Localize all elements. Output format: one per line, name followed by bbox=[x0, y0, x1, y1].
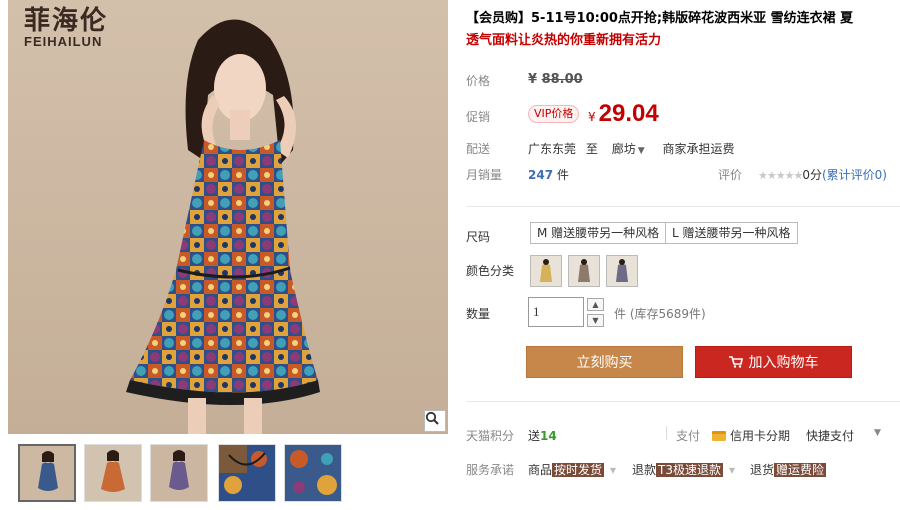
quantity-increase-icon[interactable]: ▲ bbox=[587, 298, 604, 311]
thumbnail-2[interactable] bbox=[84, 444, 142, 502]
vip-price-badge: VIP价格 bbox=[528, 105, 580, 123]
shipping-destination: 廊坊 bbox=[611, 142, 636, 156]
product-title-sub: 透气面料让炎热的你重新拥有活力 bbox=[466, 33, 662, 48]
original-price-currency: ¥ bbox=[528, 72, 538, 87]
points-prefix: 送 bbox=[528, 429, 541, 443]
service-item-return[interactable]: 退货 赠运费险 bbox=[750, 461, 827, 478]
payment-expand-icon[interactable]: ▼ bbox=[874, 428, 881, 438]
payment-label: 支付 bbox=[676, 429, 701, 443]
credit-card-icon bbox=[712, 431, 726, 441]
service-label: 服务承诺 bbox=[466, 463, 515, 477]
shipping-label: 配送 bbox=[466, 142, 491, 156]
credit-installment-label: 信用卡分期 bbox=[730, 429, 791, 443]
size-option-m[interactable]: M 赠送腰带另一种风格 bbox=[530, 222, 667, 244]
dropdown-icon: ▾ bbox=[728, 463, 736, 477]
model-photo bbox=[8, 0, 448, 434]
cart-icon bbox=[728, 348, 743, 380]
product-title: 【会员购】5-11号10:00点开抢;韩版碎花波西米亚 雪纺连衣裙 夏 透气面料… bbox=[466, 8, 896, 52]
product-title-main: 【会员购】5-11号10:00点开抢;韩版碎花波西米亚 雪纺连衣裙 夏 bbox=[466, 11, 854, 26]
rating: ★★★★★0分(累计评价0) bbox=[758, 166, 887, 183]
promo-price-currency: ¥ bbox=[588, 110, 596, 124]
shipping-info: 广东东莞 至 廊坊 ▼ 商家承担运费 bbox=[528, 140, 734, 157]
zoom-icon[interactable] bbox=[424, 410, 446, 432]
star-rating-icon: ★★★★★ bbox=[758, 169, 803, 182]
service-tag: T3极速退款 bbox=[656, 463, 723, 477]
service-item-delivery[interactable]: 商品 按时发货 ▾ bbox=[528, 461, 616, 478]
active-thumb-caret bbox=[42, 444, 54, 446]
brand-logo: 菲海伦 FEIHAILUN bbox=[24, 6, 108, 48]
promo-price: ¥29.04 bbox=[588, 100, 659, 128]
divider-1 bbox=[466, 206, 900, 207]
promo-label: 促销 bbox=[466, 110, 491, 124]
color-swatch-3[interactable] bbox=[606, 255, 638, 287]
service-tag: 赠运费险 bbox=[774, 463, 827, 477]
service-tag: 按时发货 bbox=[552, 463, 605, 477]
size-label: 尺码 bbox=[466, 230, 491, 244]
tmall-points: 送14 bbox=[528, 427, 557, 444]
rating-score: 0分 bbox=[802, 168, 822, 182]
credit-installment-option[interactable]: 信用卡分期 bbox=[712, 427, 790, 444]
color-label: 颜色分类 bbox=[466, 264, 515, 278]
rating-label: 评价 bbox=[718, 168, 743, 182]
monthly-sales-count: 247 bbox=[528, 168, 554, 182]
service-item-refund[interactable]: 退款 T3极速退款 ▾ bbox=[632, 461, 735, 478]
quick-pay-option[interactable]: 快捷支付 bbox=[806, 427, 854, 444]
original-price-value: 88.00 bbox=[541, 72, 583, 87]
service-prefix: 退款 bbox=[632, 463, 657, 477]
add-to-cart-label: 加入购物车 bbox=[748, 355, 819, 371]
promo-price-value: 29.04 bbox=[598, 100, 659, 127]
divider-2 bbox=[466, 401, 900, 402]
shipping-from: 广东东莞 bbox=[528, 142, 577, 156]
monthly-sales: 247 件 bbox=[528, 166, 569, 183]
chevron-down-icon: ▼ bbox=[637, 146, 645, 156]
color-swatch-1[interactable] bbox=[530, 255, 562, 287]
shipping-destination-select[interactable]: 廊坊 ▼ bbox=[612, 142, 645, 156]
product-info-panel: 【会员购】5-11号10:00点开抢;韩版碎花波西米亚 雪纺连衣裙 夏 透气面料… bbox=[466, 0, 900, 510]
brand-name-en: FEIHAILUN bbox=[24, 34, 103, 49]
service-prefix: 商品 bbox=[528, 463, 553, 477]
brand-name-cn: 菲海伦 bbox=[24, 6, 109, 36]
monthly-sales-label: 月销量 bbox=[466, 168, 503, 182]
service-prefix: 退货 bbox=[750, 463, 775, 477]
points-label: 天猫积分 bbox=[466, 429, 515, 443]
add-to-cart-button[interactable]: 加入购物车 bbox=[695, 346, 852, 378]
color-swatch-2[interactable] bbox=[568, 255, 600, 287]
quantity-input[interactable] bbox=[528, 297, 584, 327]
dropdown-icon: ▾ bbox=[610, 463, 617, 477]
shipping-note: 商家承担运费 bbox=[662, 142, 735, 156]
quantity-label: 数量 bbox=[466, 307, 491, 321]
vertical-separator bbox=[666, 426, 667, 440]
thumbnail-4[interactable] bbox=[218, 444, 276, 502]
buy-now-button[interactable]: 立刻购买 bbox=[526, 346, 683, 378]
product-main-image[interactable]: 菲海伦 FEIHAILUN bbox=[8, 0, 448, 434]
size-option-l[interactable]: L 赠送腰带另一种风格 bbox=[665, 222, 798, 244]
thumbnail-5[interactable] bbox=[284, 444, 342, 502]
price-label: 价格 bbox=[466, 74, 491, 88]
points-value: 14 bbox=[540, 429, 557, 443]
shipping-to-word: 至 bbox=[585, 142, 598, 156]
thumbnail-1[interactable] bbox=[18, 444, 76, 502]
original-price: ¥ 88.00 bbox=[528, 72, 583, 87]
thumbnail-3[interactable] bbox=[150, 444, 208, 502]
thumbnail-strip bbox=[8, 440, 448, 506]
monthly-sales-unit: 件 bbox=[556, 168, 569, 182]
quantity-decrease-icon[interactable]: ▼ bbox=[587, 314, 604, 327]
review-count-link[interactable]: (累计评价0) bbox=[822, 168, 887, 182]
stock-info: 件 (库存5689件) bbox=[614, 307, 706, 321]
